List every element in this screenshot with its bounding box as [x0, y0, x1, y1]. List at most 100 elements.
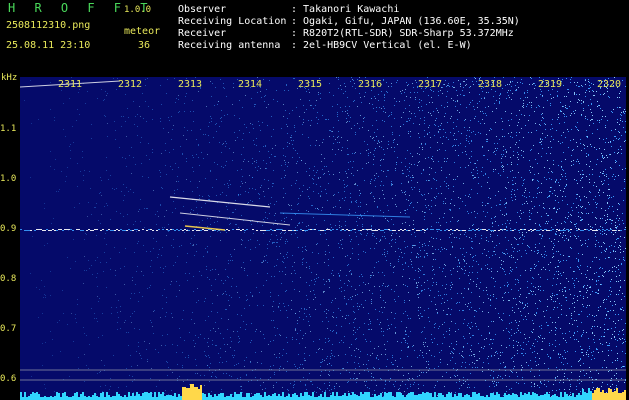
- noise-pixel: [602, 231, 603, 232]
- noise-pixel: [84, 381, 85, 382]
- noise-pixel: [542, 96, 543, 97]
- noise-pixel: [198, 300, 199, 301]
- noise-pixel: [557, 278, 558, 279]
- noise-pixel: [525, 188, 526, 189]
- noise-pixel: [622, 307, 623, 308]
- noise-pixel: [447, 106, 448, 107]
- noise-pixel: [356, 348, 357, 349]
- noise-pixel: [318, 349, 319, 350]
- noise-pixel: [302, 262, 303, 263]
- noise-pixel: [310, 381, 311, 382]
- noise-pixel: [335, 298, 336, 299]
- noise-pixel: [372, 394, 373, 395]
- noise-pixel: [144, 227, 145, 228]
- noise-pixel: [165, 150, 166, 151]
- noise-pixel: [405, 330, 406, 331]
- noise-pixel: [574, 311, 575, 312]
- noise-pixel: [362, 127, 363, 128]
- noise-pixel: [416, 282, 417, 283]
- noise-pixel: [182, 352, 183, 353]
- noise-pixel: [591, 104, 592, 105]
- noise-pixel: [218, 353, 219, 354]
- noise-pixel: [431, 301, 432, 302]
- noise-pixel: [501, 166, 502, 167]
- noise-pixel: [383, 194, 384, 195]
- noise-pixel: [364, 117, 365, 118]
- noise-pixel: [267, 273, 268, 274]
- noise-pixel: [470, 279, 471, 280]
- noise-pixel: [347, 285, 348, 286]
- noise-pixel: [358, 244, 359, 245]
- noise-pixel: [384, 307, 385, 308]
- noise-pixel: [414, 350, 415, 351]
- noise-pixel: [496, 150, 497, 151]
- noise-pixel: [341, 340, 342, 341]
- noise-pixel: [356, 221, 357, 222]
- noise-pixel: [223, 373, 224, 374]
- noise-pixel: [416, 283, 417, 284]
- noise-pixel: [526, 201, 527, 202]
- noise-pixel: [378, 346, 379, 347]
- noise-pixel: [570, 79, 571, 80]
- noise-pixel: [493, 169, 494, 170]
- noise-pixel: [537, 250, 538, 251]
- noise-pixel: [521, 177, 522, 178]
- noise-pixel: [500, 175, 501, 176]
- noise-pixel: [440, 90, 441, 91]
- noise-pixel: [383, 396, 384, 397]
- noise-pixel: [553, 301, 554, 302]
- noise-pixel: [568, 256, 569, 257]
- noise-pixel: [386, 91, 387, 92]
- noise-pixel: [373, 233, 374, 234]
- noise-pixel: [367, 211, 368, 212]
- noise-pixel: [160, 204, 161, 205]
- noise-pixel: [63, 129, 64, 130]
- noise-pixel: [248, 240, 249, 241]
- noise-pixel: [381, 170, 382, 171]
- noise-pixel: [553, 253, 554, 254]
- noise-pixel: [204, 375, 205, 376]
- noise-pixel: [115, 270, 116, 271]
- noise-pixel: [421, 143, 422, 144]
- noise-pixel: [138, 346, 139, 347]
- noise-pixel: [506, 203, 507, 204]
- noise-pixel: [199, 195, 200, 196]
- noise-pixel: [505, 111, 506, 112]
- noise-pixel: [560, 179, 561, 180]
- noise-pixel: [511, 388, 512, 389]
- noise-pixel: [252, 201, 253, 202]
- noise-pixel: [373, 377, 374, 378]
- noise-pixel: [205, 298, 206, 299]
- noise-pixel: [309, 187, 310, 188]
- noise-pixel: [332, 331, 333, 332]
- noise-pixel: [270, 162, 271, 163]
- noise-pixel: [326, 239, 327, 240]
- noise-pixel: [619, 218, 620, 219]
- noise-pixel: [306, 210, 307, 211]
- noise-pixel: [473, 175, 474, 176]
- noise-pixel: [601, 386, 602, 387]
- noise-pixel: [305, 384, 306, 385]
- noise-pixel: [615, 242, 616, 243]
- noise-pixel: [351, 355, 352, 356]
- noise-pixel: [446, 222, 447, 223]
- noise-pixel: [455, 392, 456, 393]
- noise-pixel: [270, 366, 271, 367]
- noise-pixel: [370, 321, 371, 322]
- noise-pixel: [619, 338, 620, 339]
- noise-pixel: [449, 334, 450, 335]
- noise-pixel: [611, 232, 612, 233]
- noise-pixel: [274, 327, 275, 328]
- noise-pixel: [363, 307, 364, 308]
- noise-pixel: [402, 223, 403, 224]
- noise-pixel: [504, 136, 505, 137]
- noise-pixel: [340, 85, 341, 86]
- noise-pixel: [581, 100, 582, 101]
- noise-pixel: [421, 332, 422, 333]
- noise-pixel: [578, 261, 579, 262]
- noise-pixel: [330, 330, 331, 331]
- noise-pixel: [450, 270, 451, 271]
- noise-pixel: [143, 118, 144, 119]
- noise-pixel: [618, 281, 619, 282]
- noise-pixel: [310, 316, 311, 317]
